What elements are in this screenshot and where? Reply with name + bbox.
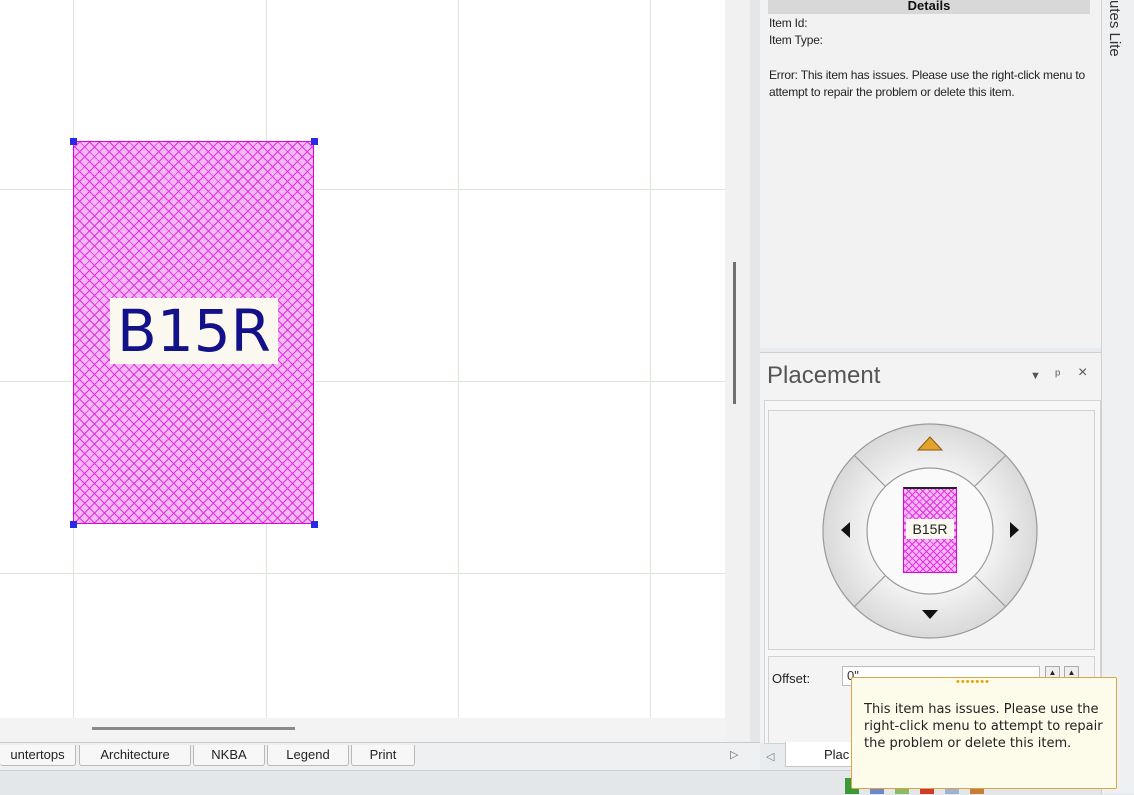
nudge-left-arrow-icon[interactable] — [838, 520, 852, 540]
vertical-scrollbar-thumb[interactable] — [733, 262, 736, 404]
grid-line — [650, 0, 651, 718]
attributes-lite-tab[interactable]: utes Lite — [1101, 0, 1134, 70]
resize-handle-bottom-right[interactable] — [311, 521, 318, 528]
resize-handle-top-right[interactable] — [311, 138, 318, 145]
horizontal-scroll-track — [0, 718, 725, 742]
error-text: Error: This item has issues. Please use … — [769, 68, 1085, 99]
tab-print[interactable]: Print — [351, 745, 415, 766]
resize-handle-top-left[interactable] — [70, 138, 77, 145]
tab-architecture[interactable]: Architecture — [79, 745, 191, 766]
details-panel — [760, 0, 1102, 348]
nudge-right-arrow-icon[interactable] — [1008, 520, 1022, 540]
close-icon[interactable]: × — [1078, 364, 1087, 382]
resize-handle-bottom-left[interactable] — [70, 521, 77, 528]
tab-scroll-right-icon[interactable]: ▷ — [730, 748, 738, 761]
grid-line — [458, 0, 459, 718]
panel-tab-scroll-left-icon[interactable]: ◁ — [766, 750, 774, 763]
tab-placement[interactable]: Plac — [785, 742, 857, 767]
tooltip-text: This item has issues. Please use the rig… — [864, 702, 1103, 751]
side-panel-strip — [1101, 0, 1134, 794]
panel-splitter[interactable] — [750, 0, 760, 742]
cabinet-thumbnail-label: B15R — [906, 519, 954, 539]
pin-icon[interactable]: ᵖ — [1055, 366, 1060, 382]
grid-line — [0, 573, 725, 574]
offset-label: Offset: — [772, 671, 811, 686]
vertical-scroll-track — [725, 0, 750, 742]
tab-countertops[interactable]: untertops — [0, 745, 76, 766]
attributes-lite-label: utes Lite — [1106, 0, 1123, 57]
tab-placement-label: Plac — [824, 747, 850, 762]
tab-legend[interactable]: Legend — [267, 745, 349, 766]
cabinet-label: B15R — [110, 298, 278, 364]
item-id-label: Item Id: — [769, 16, 808, 30]
horizontal-scrollbar-thumb[interactable] — [92, 727, 295, 730]
item-type-label: Item Type: — [769, 33, 823, 47]
nudge-down-arrow-icon[interactable] — [920, 608, 940, 621]
tooltip-grip-icon: ••••••• — [956, 676, 990, 688]
drawing-canvas[interactable]: B15R — [0, 0, 725, 718]
placement-title: Placement — [767, 362, 881, 389]
details-header: Details — [768, 0, 1090, 14]
panel-menu-dropdown-icon[interactable]: ▼ — [1030, 370, 1041, 382]
nudge-up-arrow-icon[interactable] — [916, 435, 944, 452]
tab-nkba[interactable]: NKBA — [193, 745, 265, 766]
